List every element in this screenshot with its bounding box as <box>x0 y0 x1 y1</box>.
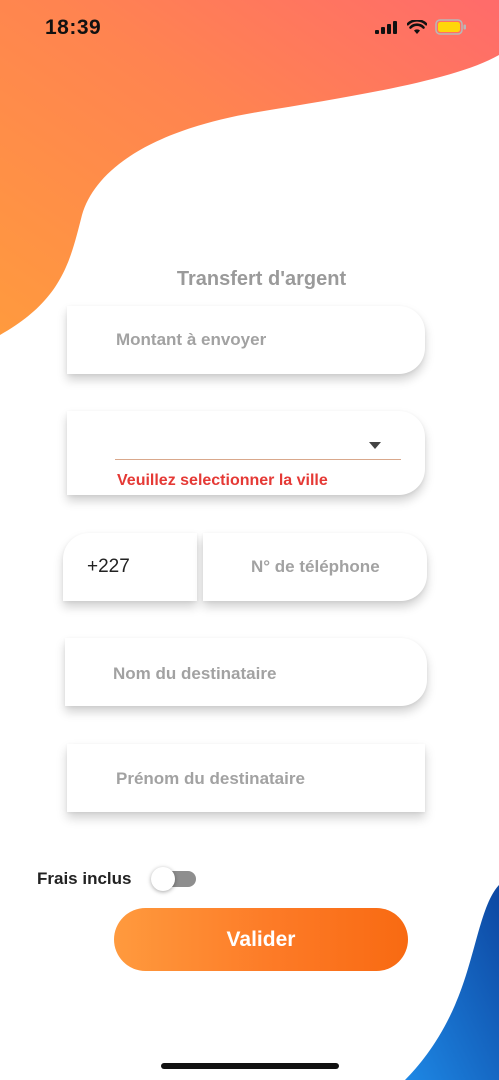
recipient-first-name-field[interactable]: Prénom du destinataire <box>67 744 425 812</box>
status-bar: 18:39 <box>0 0 499 56</box>
status-icons <box>375 19 467 35</box>
battery-icon <box>435 19 466 35</box>
status-time: 18:39 <box>45 16 102 39</box>
submit-button[interactable]: Valider <box>114 908 408 971</box>
city-select-underline <box>115 459 401 460</box>
dropdown-arrow-icon[interactable] <box>369 442 381 449</box>
phone-number-placeholder: N° de téléphone <box>251 557 380 576</box>
wifi-icon <box>407 19 427 34</box>
fees-included-label: Frais inclus <box>37 869 132 888</box>
recipient-first-name-placeholder: Prénom du destinataire <box>116 769 305 788</box>
amount-placeholder: Montant à envoyer <box>116 330 267 349</box>
toggle-knob <box>151 867 175 891</box>
phone-number-field[interactable]: N° de téléphone <box>203 533 427 601</box>
country-code-value: +227 <box>87 556 130 577</box>
cellular-signal-icon <box>375 21 397 34</box>
recipient-last-name-placeholder: Nom du destinataire <box>113 664 277 683</box>
amount-field[interactable]: Montant à envoyer <box>67 306 425 374</box>
page-title: Transfert d'argent <box>176 268 347 290</box>
recipient-last-name-field[interactable]: Nom du destinataire <box>65 638 427 706</box>
fees-included-toggle[interactable] <box>151 867 197 891</box>
city-select[interactable]: Veuillez selectionner la ville <box>67 411 425 495</box>
country-code-field[interactable]: +227 <box>63 533 197 601</box>
bottom-blue-wave <box>405 885 499 1080</box>
city-error-message: Veuillez selectionner la ville <box>117 472 328 489</box>
home-indicator <box>161 1063 339 1069</box>
